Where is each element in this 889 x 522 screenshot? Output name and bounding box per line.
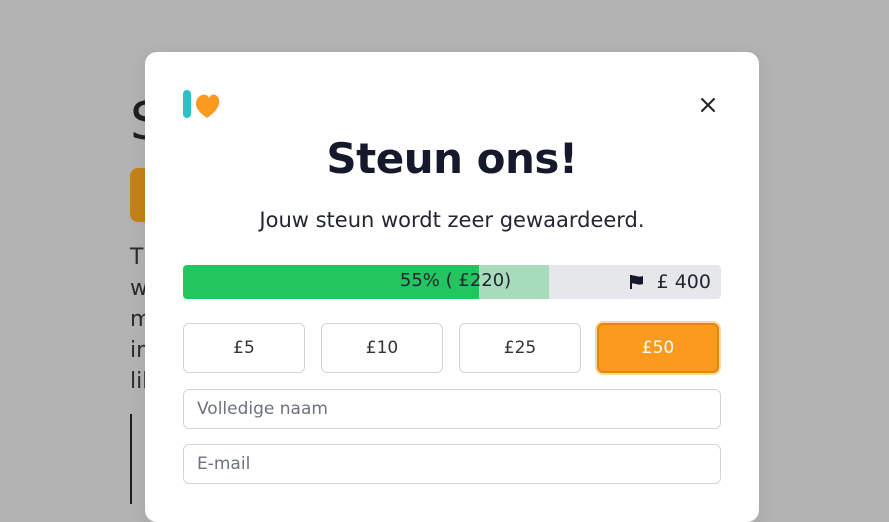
kofi-logo-icon	[183, 90, 221, 120]
progress-label: 55% ( £220)	[399, 270, 512, 291]
full-name-field[interactable]	[183, 389, 721, 429]
close-button[interactable]	[693, 92, 723, 118]
flag-icon	[629, 275, 643, 289]
amount-button[interactable]: £25	[459, 323, 581, 373]
amount-button[interactable]: £10	[321, 323, 443, 373]
close-icon	[701, 98, 715, 112]
goal-amount: £ 400	[629, 265, 711, 299]
support-modal: Steun ons! Jouw steun wordt zeer gewaard…	[145, 52, 759, 522]
goal-text: £ 400	[656, 271, 711, 293]
modal-title: Steun ons!	[326, 134, 578, 183]
modal-subtitle: Jouw steun wordt zeer gewaardeerd.	[259, 208, 645, 232]
background-divider	[130, 414, 132, 504]
goal-progress-bar: 55% ( £220) £ 400	[183, 265, 721, 299]
amount-button[interactable]: £50	[597, 323, 719, 373]
email-field[interactable]	[183, 444, 721, 484]
amount-button[interactable]: £5	[183, 323, 305, 373]
